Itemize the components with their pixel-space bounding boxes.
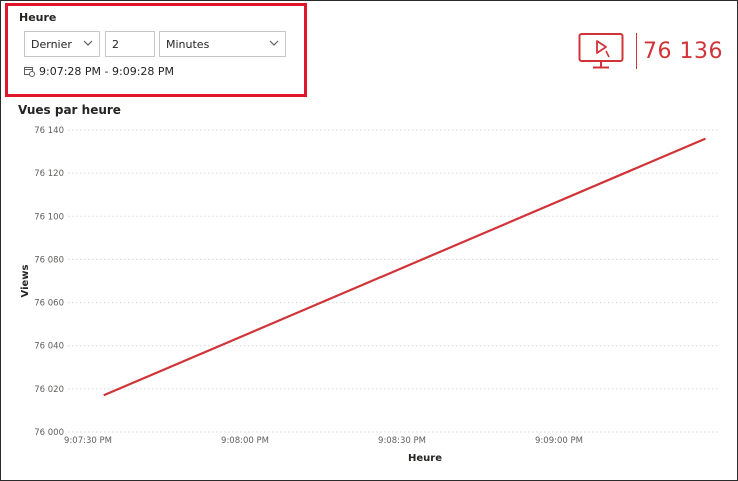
y-tick-label: 76 120 [34,169,64,179]
x-tick-label: 9:07:30 PM [64,436,112,446]
x-axis-title: Heure [408,453,442,464]
x-tick-label: 9:09:00 PM [535,436,583,446]
y-axis-title: Views [20,264,31,297]
series-line [103,137,706,397]
y-tick-label: 76 100 [34,212,64,222]
y-tick-label: 76 000 [34,428,64,438]
y-tick-label: 76 060 [34,299,64,309]
y-tick-label: 76 140 [34,126,64,136]
y-tick-label: 76 020 [34,385,64,395]
y-tick-label: 76 080 [34,255,64,265]
x-tick-label: 9:08:30 PM [378,436,426,446]
x-tick-label: 9:08:00 PM [221,436,269,446]
line-chart: 76 000 76 020 76 040 76 060 76 080 76 100 76 1… [20,126,718,464]
y-tick-label: 76 040 [34,342,64,352]
